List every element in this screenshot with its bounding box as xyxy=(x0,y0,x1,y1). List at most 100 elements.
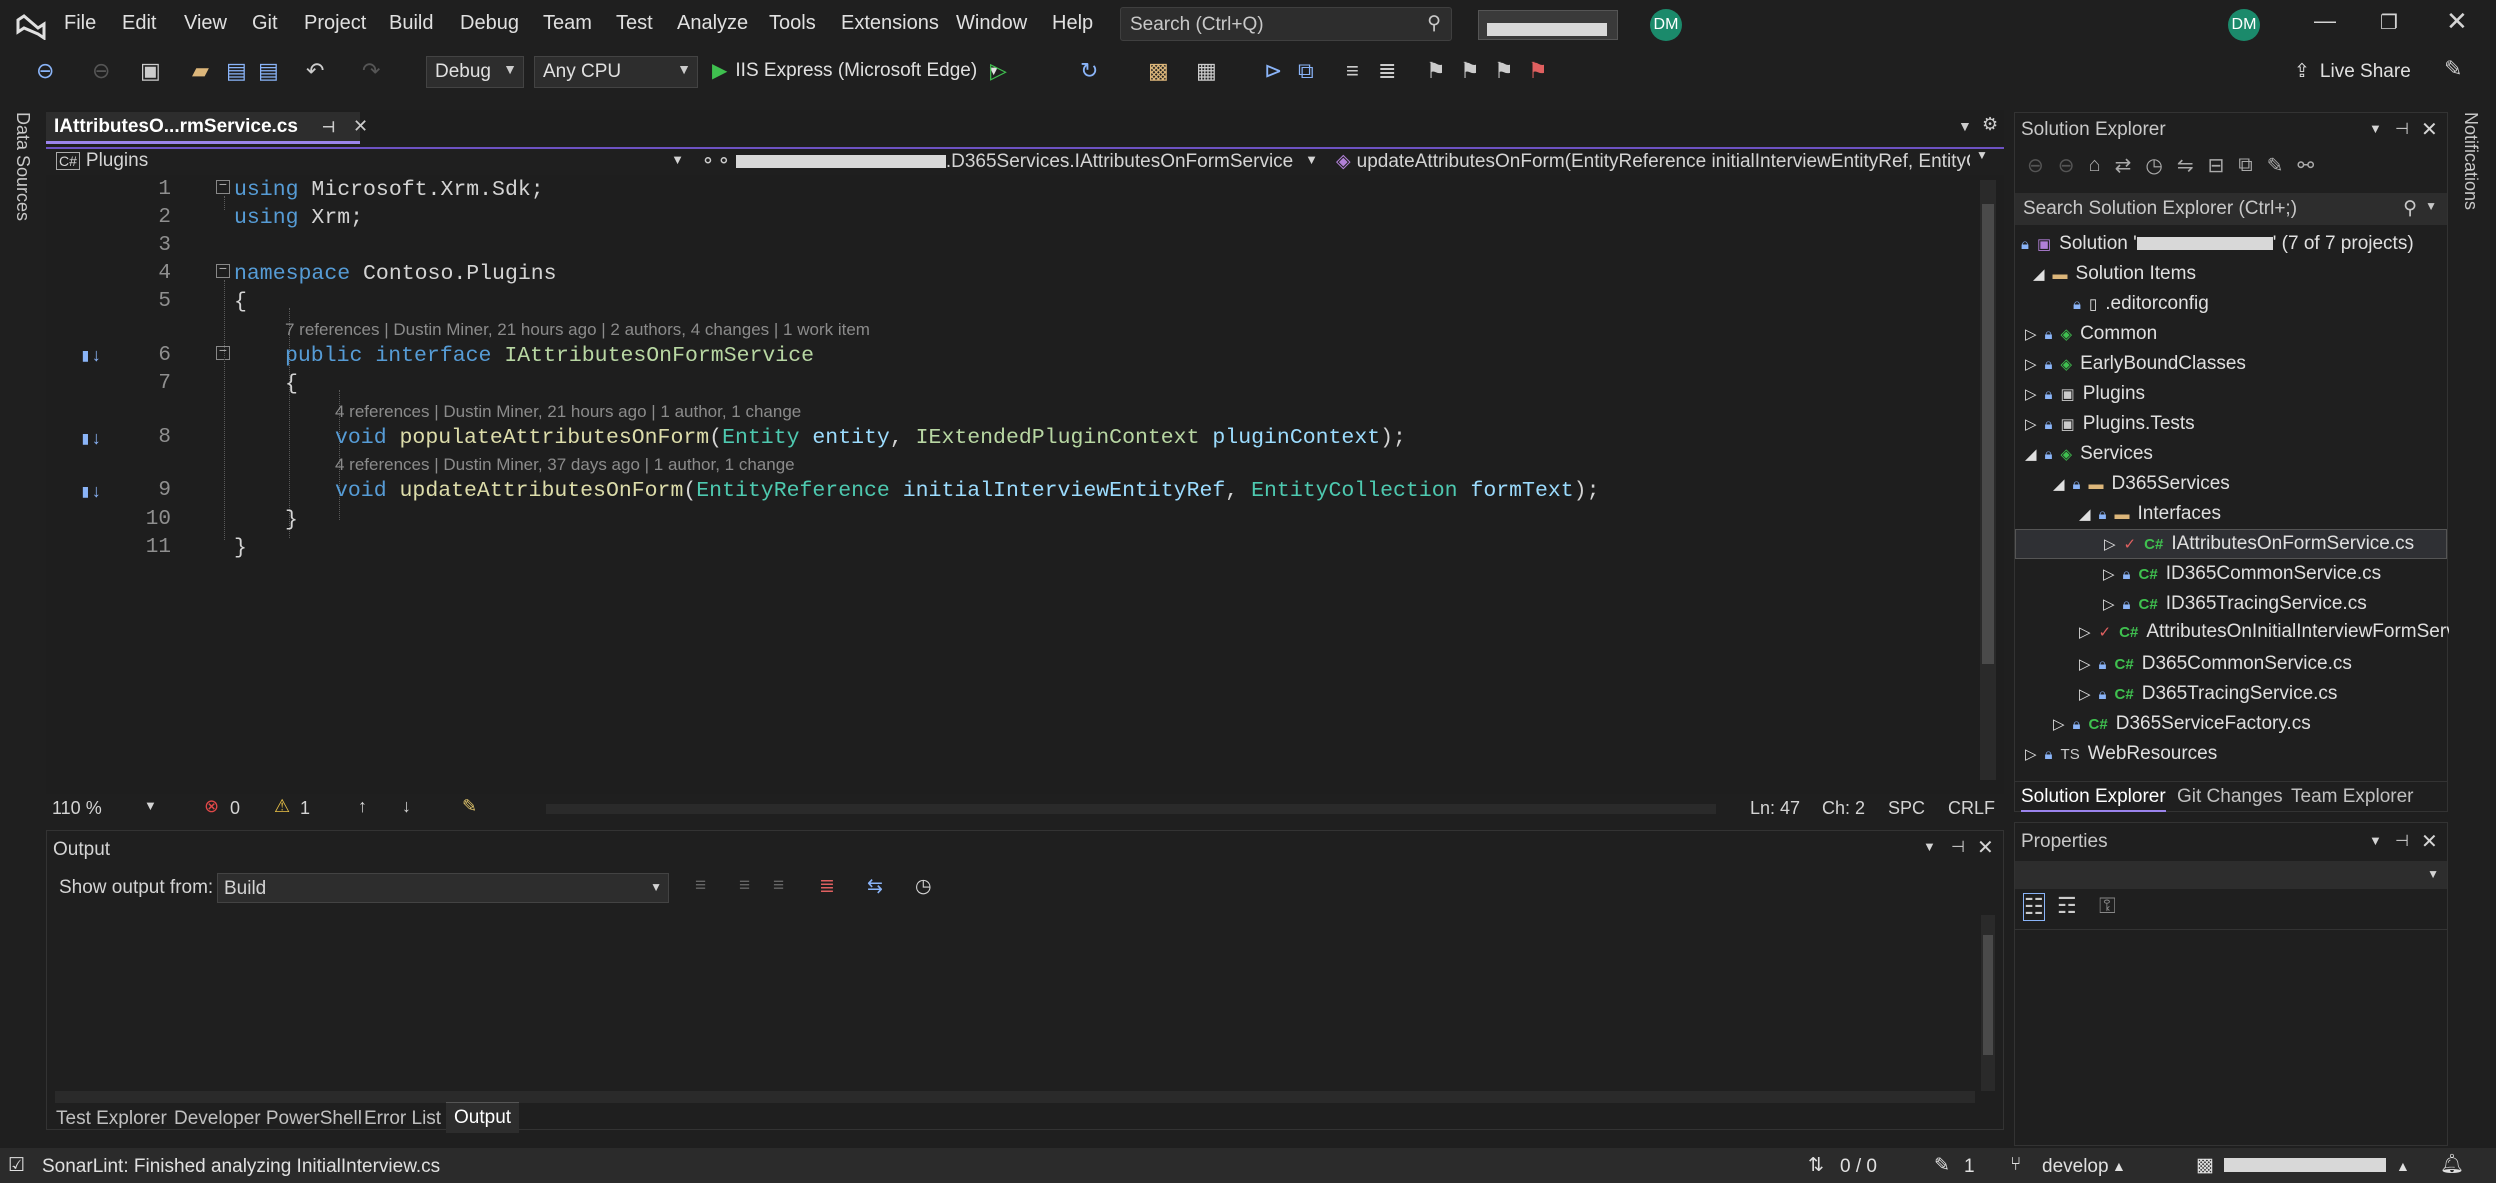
pin-icon[interactable]: ⊣ xyxy=(322,118,335,136)
output-hscrollbar[interactable] xyxy=(55,1091,1975,1103)
menu-help[interactable]: Help xyxy=(1052,12,1093,35)
switch-views-icon[interactable]: ⇄ xyxy=(2115,153,2132,178)
codelens-interface[interactable]: 7 references | Dustin Miner, 21 hours ag… xyxy=(285,320,870,340)
close-icon[interactable]: ✕ xyxy=(1977,835,1994,860)
menu-team[interactable]: Team xyxy=(543,12,592,35)
document-tab[interactable]: IAttributesO...rmService.cs ⊣ ✕ xyxy=(46,112,368,144)
chevron-up-icon[interactable]: ▲ xyxy=(2396,1158,2410,1174)
close-icon[interactable]: ✕ xyxy=(2421,117,2438,142)
undo-icon[interactable]: ↶ xyxy=(306,58,324,84)
chevron-up-icon[interactable]: ▲ xyxy=(2112,1158,2126,1174)
tree-item-common[interactable]: ▷ 🔒︎ ◈ Common xyxy=(2025,323,2157,345)
chevron-down-icon[interactable]: ▼ xyxy=(144,798,157,813)
tab-test-explorer[interactable]: Test Explorer xyxy=(56,1108,167,1130)
bookmark-next-icon[interactable]: ⚑ xyxy=(1494,58,1514,84)
zoom-level[interactable]: 110 % xyxy=(52,798,102,819)
next-message-icon[interactable]: ≡ xyxy=(773,875,784,897)
tree-item-d365tracingservice[interactable]: ▷ 🔒︎ C# D365TracingService.cs xyxy=(2079,683,2337,705)
word-wrap-icon[interactable]: ⇆ xyxy=(867,875,883,898)
menu-edit[interactable]: Edit xyxy=(122,12,156,35)
bookmark-prev-icon[interactable]: ⚑ xyxy=(1460,58,1480,84)
line-position[interactable]: Ln: 47 xyxy=(1750,798,1800,819)
notification-bell-icon[interactable]: 🔔︎ xyxy=(2440,1152,2464,1176)
sync-count[interactable]: 0 / 0 xyxy=(1840,1156,1877,1178)
collapse-all-icon[interactable]: ⊟ xyxy=(2208,153,2225,178)
tab-git-changes[interactable]: Git Changes xyxy=(2177,786,2283,808)
settings-gear-icon[interactable]: ⚙ xyxy=(1982,114,1998,135)
tree-item-solution-items[interactable]: ◢ ▬ Solution Items xyxy=(2033,263,2196,285)
vertical-scrollbar[interactable] xyxy=(1980,180,1996,780)
browse-icon[interactable]: ▩ xyxy=(1148,58,1169,84)
collapse-icon[interactable]: − xyxy=(216,345,230,360)
tab-list-icon[interactable]: ▼ xyxy=(1958,118,1972,134)
chevron-down-icon[interactable]: ▼ xyxy=(2369,833,2382,848)
notifications-tab[interactable]: Notifications xyxy=(2460,112,2481,210)
cleanup-brush-icon[interactable]: ✎ xyxy=(462,796,477,817)
hot-reload-icon[interactable]: ↻ xyxy=(1080,58,1098,84)
error-icon[interactable]: ⊗ xyxy=(204,796,219,817)
tree-item-plugins[interactable]: ▷ 🔒︎ ▣ Plugins xyxy=(2025,383,2145,405)
repository-name[interactable] xyxy=(2224,1158,2386,1172)
project-nav-dropdown[interactable]: C# Plugins ▼ xyxy=(50,148,690,174)
configuration-dropdown[interactable]: Debug ▼ xyxy=(426,56,524,88)
tab-team-explorer[interactable]: Team Explorer xyxy=(2291,786,2414,808)
branch-icon[interactable]: ⑂ xyxy=(2010,1154,2021,1176)
properties-wrench-icon[interactable]: ✎ xyxy=(2267,153,2284,178)
home-icon[interactable]: ⌂ xyxy=(2089,154,2101,177)
warning-icon[interactable]: ⚠ xyxy=(274,796,290,817)
feedback-icon[interactable]: ✎ xyxy=(2444,56,2462,82)
menu-analyze[interactable]: Analyze xyxy=(677,12,748,35)
tree-item-attributesoninitialinterviewformservice[interactable]: ▷✓C#AttributesOnInitialInterviewFormServ… xyxy=(2079,621,2449,643)
solution-name-box[interactable] xyxy=(1478,10,1618,40)
tree-item-d365servicefactory[interactable]: ▷ 🔒︎ C# D365ServiceFactory.cs xyxy=(2053,713,2311,735)
warning-count[interactable]: 1 xyxy=(300,798,310,819)
tree-item-interfaces[interactable]: ◢ 🔒︎ ▬ Interfaces xyxy=(2079,503,2221,525)
output-source-dropdown[interactable]: Build ▼ xyxy=(217,873,669,903)
repository-icon[interactable]: ▩ xyxy=(2196,1154,2214,1177)
alphabetical-icon[interactable]: ☶ xyxy=(2057,893,2077,919)
chevron-down-icon[interactable]: ▼ xyxy=(1976,148,1988,162)
categorized-icon[interactable]: ☷ xyxy=(2023,893,2045,921)
menu-build[interactable]: Build xyxy=(389,12,433,35)
error-count[interactable]: 0 xyxy=(230,798,240,819)
preview-icon[interactable]: ⚯ xyxy=(2297,153,2314,178)
tree-item-id365tracingservice[interactable]: ▷ 🔒︎ C# ID365TracingService.cs xyxy=(2103,593,2367,615)
account-avatar[interactable]: DM xyxy=(2228,9,2260,41)
tree-item-webresources[interactable]: ▷ 🔒︎ TS WebResources xyxy=(2025,743,2217,765)
platform-dropdown[interactable]: Any CPU ▼ xyxy=(534,56,698,88)
code-editor[interactable]: ▮↓ ▮↓ ▮↓ 1 2 3 4 5 6 7 8 9 10 11 − − − u… xyxy=(46,178,1976,788)
horizontal-scrollbar[interactable] xyxy=(546,804,1716,814)
timestamp-icon[interactable]: ◷ xyxy=(915,875,932,898)
solution-root[interactable]: 🔒︎ ▣ Solution ' ' (7 of 7 projects) xyxy=(2021,233,2414,255)
menu-file[interactable]: File xyxy=(64,12,96,35)
property-pages-icon[interactable]: ⚿ xyxy=(2099,893,2116,919)
pin-icon[interactable]: ⊣ xyxy=(1951,837,1965,857)
menu-view[interactable]: View xyxy=(184,12,227,35)
visual-studio-logo-icon[interactable] xyxy=(16,10,48,40)
global-search-input[interactable]: Search (Ctrl+Q) ⚲ xyxy=(1120,7,1452,41)
arrow-down-icon[interactable]: ↓ xyxy=(402,796,411,817)
close-icon[interactable]: ✕ xyxy=(2421,829,2438,854)
save-all-icon[interactable]: ▤ xyxy=(258,58,279,84)
tab-solution-explorer[interactable]: Solution Explorer xyxy=(2021,786,2166,812)
chevron-down-icon[interactable]: ▼ xyxy=(1923,839,1936,854)
forward-icon[interactable]: ⊖ xyxy=(92,58,110,84)
data-sources-tab[interactable]: Data Sources xyxy=(12,112,33,221)
clear-all-icon[interactable]: ≣ xyxy=(819,875,835,898)
output-scrollbar[interactable] xyxy=(1981,915,1995,1091)
save-icon[interactable]: ▤ xyxy=(226,58,247,84)
bookmark-clear-icon[interactable]: ⚑ xyxy=(1528,58,1548,84)
tab-developer-powershell[interactable]: Developer PowerShell xyxy=(174,1108,362,1130)
pin-icon[interactable]: ⊣ xyxy=(2395,831,2409,851)
tree-item-id365commonservice[interactable]: ▷ 🔒︎ C# ID365CommonService.cs xyxy=(2103,563,2381,585)
show-all-files-icon[interactable]: ⧉ xyxy=(2238,154,2252,177)
close-icon[interactable]: ✕ xyxy=(2446,6,2468,37)
menu-window[interactable]: Window xyxy=(956,12,1027,35)
pending-changes-count[interactable]: 1 xyxy=(1964,1156,1975,1178)
collapse-icon[interactable]: − xyxy=(216,179,230,194)
restore-icon[interactable]: ❐ xyxy=(2380,10,2398,35)
live-share-button[interactable]: ⇪ Live Share xyxy=(2294,60,2411,83)
menu-git[interactable]: Git xyxy=(252,12,278,35)
properties-object-dropdown[interactable]: ▼ xyxy=(2015,861,2447,889)
tree-item-d365commonservice[interactable]: ▷ 🔒︎ C# D365CommonService.cs xyxy=(2079,653,2352,675)
